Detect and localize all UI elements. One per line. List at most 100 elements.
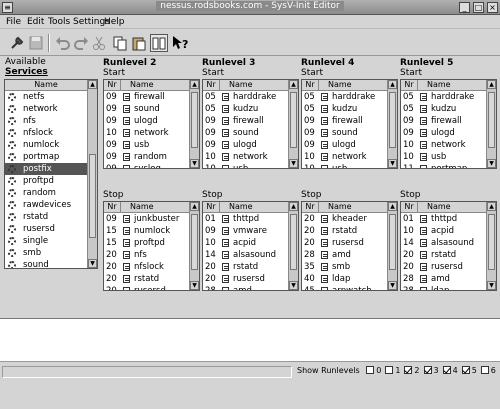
scroll-thumb[interactable] bbox=[89, 154, 96, 238]
service-item[interactable]: random bbox=[5, 187, 87, 199]
runlevel-1-checkbox[interactable] bbox=[385, 366, 394, 374]
script-row[interactable]: 28 amd bbox=[401, 273, 496, 285]
service-item[interactable]: proftpd bbox=[5, 175, 87, 187]
minimize-icon[interactable]: _ bbox=[459, 2, 470, 13]
close-icon[interactable]: × bbox=[487, 2, 498, 13]
scroll-up-icon[interactable]: ▲ bbox=[190, 80, 199, 89]
start-table[interactable]: Nr Name 05 harddrake 05 kudzu 09 firewall 09 soun… bbox=[202, 79, 299, 169]
table-scrollbar[interactable]: ▲ ▼ bbox=[288, 202, 298, 290]
scroll-up-icon[interactable]: ▲ bbox=[88, 80, 97, 89]
scroll-thumb[interactable] bbox=[488, 92, 495, 148]
stop-table[interactable]: Nr Name 01 thttpd 10 acpid 14 alsasound 20 rstatd… bbox=[400, 201, 497, 291]
scroll-up-icon[interactable]: ▲ bbox=[487, 202, 496, 211]
wrench-icon[interactable] bbox=[8, 34, 26, 52]
service-item[interactable]: network bbox=[5, 103, 87, 115]
script-row[interactable]: 10 usb bbox=[302, 163, 397, 168]
script-row[interactable]: 20 rstatd bbox=[104, 273, 199, 285]
scroll-down-icon[interactable]: ▼ bbox=[190, 159, 199, 168]
script-row[interactable]: 09 ulogd bbox=[203, 139, 298, 151]
menu-file[interactable]: File bbox=[6, 17, 21, 27]
stop-table[interactable]: Nr Name 20 kheader 20 rstatd 20 rusersd 28 amd 35 s… bbox=[301, 201, 398, 291]
script-row[interactable]: 05 harddrake bbox=[302, 91, 397, 103]
menu-help[interactable]: Help bbox=[104, 17, 125, 27]
name-header[interactable]: Name bbox=[328, 202, 352, 212]
script-row[interactable]: 15 numlock bbox=[104, 225, 199, 237]
start-table[interactable]: Nr Name 05 harddrake 05 kudzu 09 firewall 09 soun… bbox=[301, 79, 398, 169]
script-row[interactable]: 09 ulogd bbox=[401, 127, 496, 139]
script-row[interactable]: 20 rusersd bbox=[401, 261, 496, 273]
scroll-down-icon[interactable]: ▼ bbox=[289, 159, 298, 168]
scroll-up-icon[interactable]: ▲ bbox=[289, 80, 298, 89]
script-row[interactable]: 10 acpid bbox=[401, 225, 496, 237]
table-scrollbar[interactable]: ▲ ▼ bbox=[387, 80, 397, 168]
runlevel-5-checkbox[interactable] bbox=[461, 366, 470, 374]
scroll-down-icon[interactable]: ▼ bbox=[487, 281, 496, 290]
script-row[interactable]: 09 vmware bbox=[203, 225, 298, 237]
redo-icon[interactable] bbox=[72, 34, 90, 52]
start-table[interactable]: Nr Name 09 firewall 09 sound 09 ulogd 10 network 0… bbox=[103, 79, 200, 169]
scroll-down-icon[interactable]: ▼ bbox=[88, 259, 97, 268]
script-row[interactable]: 09 random bbox=[104, 151, 199, 163]
scroll-thumb[interactable] bbox=[389, 214, 396, 270]
stop-table[interactable]: Nr Name 09 junkbuster 15 numlock 15 proftpd 20 nf… bbox=[103, 201, 200, 291]
help-icon[interactable]: ? bbox=[171, 34, 189, 52]
service-item[interactable]: nfs bbox=[5, 115, 87, 127]
scroll-down-icon[interactable]: ▼ bbox=[388, 159, 397, 168]
table-scrollbar[interactable]: ▲ ▼ bbox=[189, 202, 199, 290]
scroll-thumb[interactable] bbox=[191, 214, 198, 270]
table-scrollbar[interactable]: ▲ ▼ bbox=[486, 202, 496, 290]
name-header[interactable]: Name bbox=[427, 202, 451, 212]
scroll-down-icon[interactable]: ▼ bbox=[487, 159, 496, 168]
script-row[interactable]: 05 kudzu bbox=[203, 103, 298, 115]
menu-edit[interactable]: Edit bbox=[27, 17, 44, 27]
cut-icon[interactable] bbox=[90, 34, 108, 52]
maximize-icon[interactable]: □ bbox=[473, 2, 484, 13]
menu-tools[interactable]: Tools bbox=[48, 17, 70, 27]
script-row[interactable]: 20 rstatd bbox=[401, 249, 496, 261]
script-row[interactable]: 45 arpwatch bbox=[302, 285, 397, 290]
script-row[interactable]: 20 nfs bbox=[104, 249, 199, 261]
nr-header[interactable]: Nr bbox=[203, 80, 220, 91]
name-header[interactable]: Name bbox=[130, 202, 154, 212]
scroll-up-icon[interactable]: ▲ bbox=[388, 202, 397, 211]
script-row[interactable]: 15 proftpd bbox=[104, 237, 199, 249]
script-row[interactable]: 05 harddrake bbox=[401, 91, 496, 103]
script-row[interactable]: 14 alsasound bbox=[401, 237, 496, 249]
scroll-up-icon[interactable]: ▲ bbox=[289, 202, 298, 211]
script-row[interactable]: 05 kudzu bbox=[401, 103, 496, 115]
script-row[interactable]: 09 firewall bbox=[203, 115, 298, 127]
script-row[interactable]: 11 portmap bbox=[401, 163, 496, 168]
script-row[interactable]: 20 rstatd bbox=[302, 225, 397, 237]
scroll-thumb[interactable] bbox=[191, 92, 198, 148]
script-row[interactable]: 09 ulogd bbox=[302, 139, 397, 151]
runlevel-0-checkbox[interactable] bbox=[366, 366, 375, 374]
runlevel-3-checkbox[interactable] bbox=[423, 366, 432, 374]
name-header[interactable]: Name bbox=[328, 80, 352, 90]
script-row[interactable]: 09 sound bbox=[203, 127, 298, 139]
name-header[interactable]: Name bbox=[130, 80, 154, 90]
table-scrollbar[interactable]: ▲ ▼ bbox=[189, 80, 199, 168]
paste-icon[interactable] bbox=[130, 34, 148, 52]
stop-table[interactable]: Nr Name 01 thttpd 09 vmware 10 acpid 14 alsasound… bbox=[202, 201, 299, 291]
service-item[interactable]: single bbox=[5, 235, 87, 247]
services-name-header[interactable]: Name bbox=[5, 80, 87, 90]
copy-icon[interactable] bbox=[111, 34, 129, 52]
script-row[interactable]: 09 firewall bbox=[104, 91, 199, 103]
script-row[interactable]: 10 acpid bbox=[203, 237, 298, 249]
nr-header[interactable]: Nr bbox=[302, 80, 319, 91]
service-item[interactable]: numlock bbox=[5, 139, 87, 151]
services-list[interactable]: Name netfs network nfs nfslock numlock portma… bbox=[4, 79, 98, 269]
script-row[interactable]: 10 network bbox=[302, 151, 397, 163]
service-item[interactable]: smb bbox=[5, 247, 87, 259]
script-row[interactable]: 10 usb bbox=[401, 151, 496, 163]
service-item[interactable]: rusersd bbox=[5, 223, 87, 235]
script-row[interactable]: 09 ulogd bbox=[104, 115, 199, 127]
nr-header[interactable]: Nr bbox=[104, 202, 121, 213]
service-item[interactable]: netfs bbox=[5, 91, 87, 103]
script-row[interactable]: 20 rusersd bbox=[203, 273, 298, 285]
scroll-up-icon[interactable]: ▲ bbox=[388, 80, 397, 89]
service-item[interactable]: portmap bbox=[5, 151, 87, 163]
script-row[interactable]: 09 firewall bbox=[302, 115, 397, 127]
script-row[interactable]: 20 nfslock bbox=[104, 261, 199, 273]
script-row[interactable]: 10 usb bbox=[203, 163, 298, 168]
